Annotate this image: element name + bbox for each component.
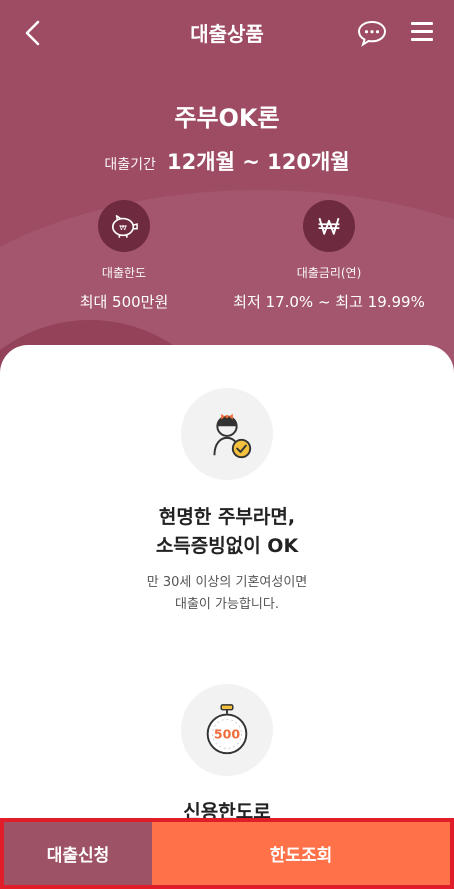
loan-limit-label: 대출한도 bbox=[101, 266, 147, 280]
woman-check-icon bbox=[181, 388, 273, 480]
top-bar: 대출상품 bbox=[0, 0, 454, 66]
loan-limit-stat: ₩ 대출한도 최대 500만원 bbox=[14, 200, 234, 312]
loan-period-value: 12개월 ~ 120개월 bbox=[167, 150, 350, 174]
feature-title-line1: 현명한 주부라면, bbox=[158, 506, 296, 528]
svg-text:₩: ₩ bbox=[119, 223, 127, 232]
loan-rate-label: 대출금리(연) bbox=[296, 266, 362, 280]
limit-check-button[interactable]: 한도조회 bbox=[152, 818, 454, 889]
feature-desc-line1: 만 30세 이상의 기혼여성이면 bbox=[146, 575, 308, 590]
chat-button[interactable] bbox=[356, 19, 388, 47]
feature-desc-line2: 대출이 가능합니다. bbox=[175, 597, 279, 612]
piggy-bank-icon: ₩ bbox=[98, 200, 150, 252]
stopwatch-500-icon: 500 bbox=[181, 684, 273, 776]
loan-rate-stat: 대출금리(연) 최저 17.0% ~ 최고 19.99% bbox=[219, 200, 439, 312]
stopwatch-badge: 500 bbox=[214, 727, 240, 742]
loan-period: 대출기간 12개월 ~ 120개월 bbox=[0, 146, 454, 176]
chat-bubble-icon bbox=[357, 20, 387, 47]
menu-button[interactable] bbox=[411, 22, 433, 42]
hamburger-menu-icon bbox=[411, 22, 433, 25]
bottom-action-bar: 대출신청 한도조회 bbox=[0, 818, 454, 889]
loan-period-label: 대출기간 bbox=[104, 157, 156, 173]
loan-apply-button[interactable]: 대출신청 bbox=[0, 818, 152, 889]
product-name: 주부OK론 bbox=[174, 104, 280, 132]
feature-title-line2: 소득증빙없이 OK bbox=[155, 535, 299, 557]
loan-rate-value: 최저 17.0% ~ 최고 19.99% bbox=[233, 293, 425, 311]
won-sign-icon bbox=[303, 200, 355, 252]
loan-limit-value: 최대 500만원 bbox=[79, 293, 169, 311]
